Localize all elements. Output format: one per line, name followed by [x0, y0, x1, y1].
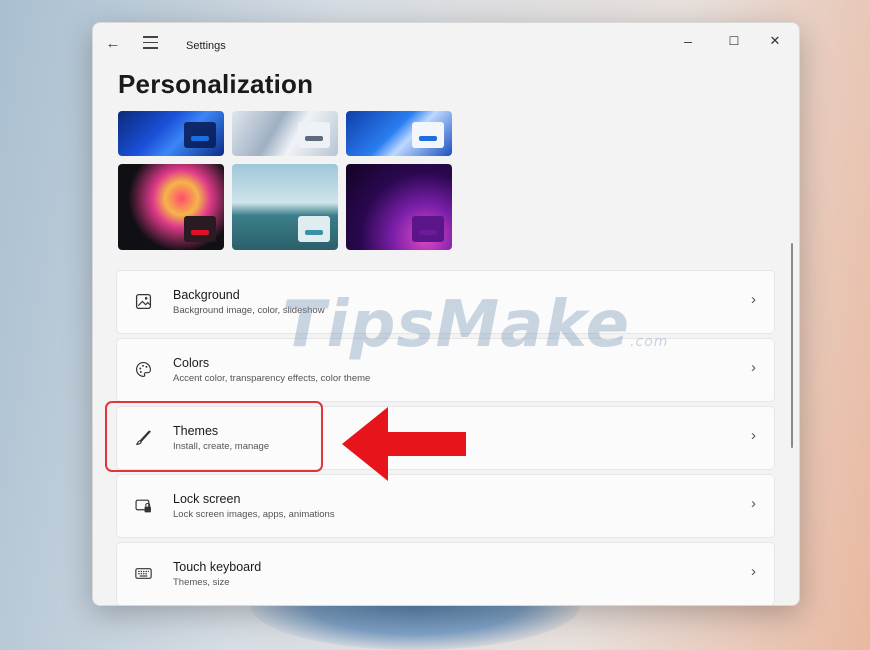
- settings-row-touch-keyboard[interactable]: Touch keyboard Themes, size ›: [116, 542, 775, 605]
- title-bar: ← Settings – ☐ ✕: [93, 23, 799, 67]
- theme-thumbnail[interactable]: [232, 111, 338, 156]
- chevron-right-icon: ›: [751, 359, 756, 376]
- maximize-button[interactable]: ☐: [719, 29, 749, 53]
- theme-thumbnail[interactable]: [346, 111, 452, 156]
- row-label: Colors: [173, 356, 210, 370]
- chevron-right-icon: ›: [751, 427, 756, 444]
- chevron-right-icon: ›: [751, 291, 756, 308]
- lock-screen-icon: [135, 499, 151, 513]
- annotation-arrow-icon: [342, 407, 466, 481]
- arrow-left-icon: ←: [105, 35, 121, 52]
- hamburger-icon[interactable]: [143, 36, 158, 53]
- row-description: Accent color, transparency effects, colo…: [173, 373, 371, 384]
- theme-thumbnail[interactable]: [346, 164, 452, 250]
- page-title: Personalization: [118, 69, 314, 99]
- scrollbar-thumb[interactable]: [791, 243, 793, 448]
- row-label: Lock screen: [173, 492, 241, 506]
- row-label: Background: [173, 288, 240, 302]
- watermark: TipsMake.com: [282, 288, 668, 362]
- close-button[interactable]: ✕: [760, 29, 790, 53]
- theme-thumbnail[interactable]: [118, 111, 224, 156]
- window-title: Settings: [186, 40, 226, 52]
- keyboard-icon: [135, 568, 152, 579]
- minimize-button[interactable]: –: [673, 29, 703, 53]
- row-description: Themes, size: [173, 577, 230, 588]
- theme-thumbnail[interactable]: [118, 164, 224, 250]
- chevron-right-icon: ›: [751, 495, 756, 512]
- row-label: Touch keyboard: [173, 560, 262, 574]
- watermark-suffix: .com: [630, 334, 669, 350]
- theme-thumbnail[interactable]: [232, 164, 338, 250]
- palette-icon: [136, 362, 151, 377]
- watermark-brand: TipsMake: [282, 288, 631, 362]
- annotation-highlight-box: [105, 401, 323, 472]
- chevron-right-icon: ›: [751, 563, 756, 580]
- back-button[interactable]: ←: [105, 35, 121, 52]
- image-icon: [135, 293, 152, 310]
- row-description: Lock screen images, apps, animations: [173, 509, 335, 520]
